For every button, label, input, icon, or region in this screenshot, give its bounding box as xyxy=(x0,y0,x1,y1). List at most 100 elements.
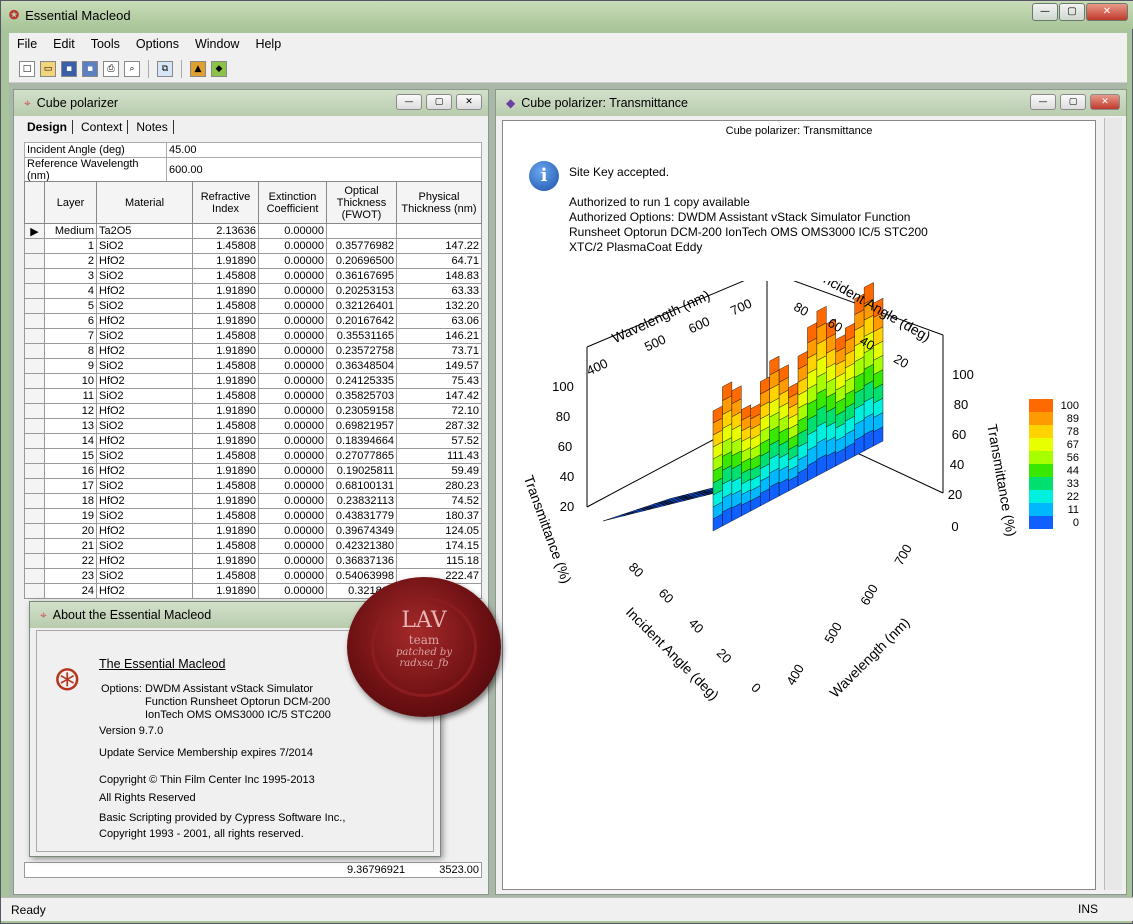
table-cell[interactable]: 147.22 xyxy=(396,238,482,254)
table-cell[interactable]: 4 xyxy=(44,283,97,299)
print-icon[interactable]: ⎙ xyxy=(103,60,119,77)
table-cell[interactable]: 0.36167695 xyxy=(326,268,397,284)
table-cell[interactable]: 24 xyxy=(44,583,97,599)
table-cell[interactable]: 0.42321380 xyxy=(326,538,397,554)
table-cell[interactable]: SiO2 xyxy=(96,388,193,404)
col-refractive-index[interactable]: Refractive Index xyxy=(192,181,259,224)
material-tool-icon[interactable]: ◆ xyxy=(211,60,227,77)
table-cell[interactable]: 1.91890 xyxy=(192,523,259,539)
table-cell[interactable]: 0.32126401 xyxy=(326,298,397,314)
row-selector[interactable] xyxy=(24,463,45,479)
chart-close-button[interactable]: ✕ xyxy=(1090,94,1120,110)
table-cell[interactable]: 1.45808 xyxy=(192,538,259,554)
table-cell[interactable]: 0.00000 xyxy=(258,343,327,359)
table-cell[interactable]: SiO2 xyxy=(96,448,193,464)
col-extinction[interactable]: Extinction Coefficient xyxy=(258,181,327,224)
table-row[interactable]: 22 HfO2 1.91890 0.00000 0.36837136 115.18 xyxy=(24,553,482,569)
table-row[interactable]: 16 HfO2 1.91890 0.00000 0.19025811 59.49 xyxy=(24,463,482,479)
table-cell[interactable]: 1.91890 xyxy=(192,433,259,449)
row-selector[interactable] xyxy=(24,493,45,509)
table-cell[interactable]: HfO2 xyxy=(96,433,193,449)
open-icon[interactable]: ▭ xyxy=(40,60,56,77)
table-row[interactable]: 8 HfO2 1.91890 0.00000 0.23572758 73.71 xyxy=(24,343,482,359)
menu-help[interactable]: Help xyxy=(247,37,289,51)
table-cell[interactable]: 1.45808 xyxy=(192,238,259,254)
save-icon[interactable]: ▪ xyxy=(61,60,77,77)
table-cell[interactable]: 73.71 xyxy=(396,343,482,359)
table-cell[interactable]: 1.91890 xyxy=(192,583,259,599)
table-cell[interactable]: SiO2 xyxy=(96,358,193,374)
table-cell[interactable]: 19 xyxy=(44,508,97,524)
menu-options[interactable]: Options xyxy=(128,37,187,51)
table-cell[interactable]: 0.23059158 xyxy=(326,403,397,419)
table-cell[interactable]: 0.00000 xyxy=(258,418,327,434)
table-cell[interactable]: SiO2 xyxy=(96,418,193,434)
table-cell[interactable]: 0.20696500 xyxy=(326,253,397,269)
table-row[interactable]: ▶ Medium Ta2O5 2.13636 0.00000 xyxy=(24,223,482,239)
table-cell[interactable]: 1.91890 xyxy=(192,283,259,299)
maximize-button[interactable]: ▢ xyxy=(1059,3,1085,21)
table-cell[interactable]: 22 xyxy=(44,553,97,569)
table-cell[interactable]: HfO2 xyxy=(96,553,193,569)
table-cell[interactable]: HfO2 xyxy=(96,493,193,509)
chart-maximize-button[interactable]: ▢ xyxy=(1060,94,1086,110)
table-cell[interactable]: 59.49 xyxy=(396,463,482,479)
table-row[interactable]: 12 HfO2 1.91890 0.00000 0.23059158 72.10 xyxy=(24,403,482,419)
chart-minimize-button[interactable]: — xyxy=(1030,94,1056,110)
table-cell[interactable]: 115.18 xyxy=(396,553,482,569)
table-row[interactable]: 11 SiO2 1.45808 0.00000 0.35825703 147.42 xyxy=(24,388,482,404)
table-cell[interactable]: HfO2 xyxy=(96,523,193,539)
table-cell[interactable]: 12 xyxy=(44,403,97,419)
current-row-arrow-icon[interactable]: ▶ xyxy=(24,223,45,239)
table-cell[interactable]: HfO2 xyxy=(96,343,193,359)
table-cell[interactable]: 0.20167642 xyxy=(326,313,397,329)
row-selector[interactable] xyxy=(24,388,45,404)
table-cell[interactable]: 1.45808 xyxy=(192,358,259,374)
table-row[interactable]: 2 HfO2 1.91890 0.00000 0.20696500 64.71 xyxy=(24,253,482,269)
table-cell[interactable]: 280.23 xyxy=(396,478,482,494)
table-cell[interactable]: 111.43 xyxy=(396,448,482,464)
table-row[interactable]: 7 SiO2 1.45808 0.00000 0.35531165 146.21 xyxy=(24,328,482,344)
table-cell[interactable]: 0.00000 xyxy=(258,328,327,344)
table-cell[interactable]: 1.91890 xyxy=(192,553,259,569)
table-cell[interactable]: 0.00000 xyxy=(258,358,327,374)
row-selector[interactable] xyxy=(24,268,45,284)
col-layer[interactable]: Layer xyxy=(44,181,97,224)
table-cell[interactable]: 14 xyxy=(44,433,97,449)
table-cell[interactable]: 0.00000 xyxy=(258,238,327,254)
table-cell[interactable]: 146.21 xyxy=(396,328,482,344)
row-selector[interactable] xyxy=(24,568,45,584)
table-cell[interactable]: 7 xyxy=(44,328,97,344)
table-cell[interactable]: 0.00000 xyxy=(258,298,327,314)
table-cell[interactable]: 1.45808 xyxy=(192,298,259,314)
table-cell[interactable]: 1.45808 xyxy=(192,328,259,344)
table-cell[interactable]: 287.32 xyxy=(396,418,482,434)
table-cell[interactable]: 0.23572758 xyxy=(326,343,397,359)
table-cell[interactable]: 0.00000 xyxy=(258,568,327,584)
table-cell[interactable]: 1.91890 xyxy=(192,253,259,269)
row-selector[interactable] xyxy=(24,313,45,329)
row-selector[interactable] xyxy=(24,298,45,314)
table-cell[interactable]: 0.00000 xyxy=(258,493,327,509)
table-cell[interactable]: 0.00000 xyxy=(258,373,327,389)
table-cell[interactable]: 0.00000 xyxy=(258,283,327,299)
row-selector[interactable] xyxy=(24,553,45,569)
table-cell[interactable]: 0.24125335 xyxy=(326,373,397,389)
table-cell[interactable]: SiO2 xyxy=(96,328,193,344)
table-cell[interactable]: SiO2 xyxy=(96,568,193,584)
row-selector[interactable] xyxy=(24,328,45,344)
tab-design[interactable]: Design xyxy=(22,120,74,134)
table-cell[interactable]: HfO2 xyxy=(96,283,193,299)
row-selector[interactable] xyxy=(24,373,45,389)
table-cell[interactable]: SiO2 xyxy=(96,538,193,554)
table-cell[interactable]: Ta2O5 xyxy=(96,223,193,239)
table-cell[interactable]: 1.91890 xyxy=(192,313,259,329)
table-cell[interactable]: SiO2 xyxy=(96,478,193,494)
table-row[interactable]: 6 HfO2 1.91890 0.00000 0.20167642 63.06 xyxy=(24,313,482,329)
table-cell[interactable]: 124.05 xyxy=(396,523,482,539)
table-cell[interactable]: 1.45808 xyxy=(192,418,259,434)
col-physical-thickness[interactable]: Physical Thickness (nm) xyxy=(396,181,482,224)
incident-angle-field[interactable]: 45.00 xyxy=(166,142,482,158)
table-cell[interactable]: 1 xyxy=(44,238,97,254)
table-cell[interactable]: 21 xyxy=(44,538,97,554)
